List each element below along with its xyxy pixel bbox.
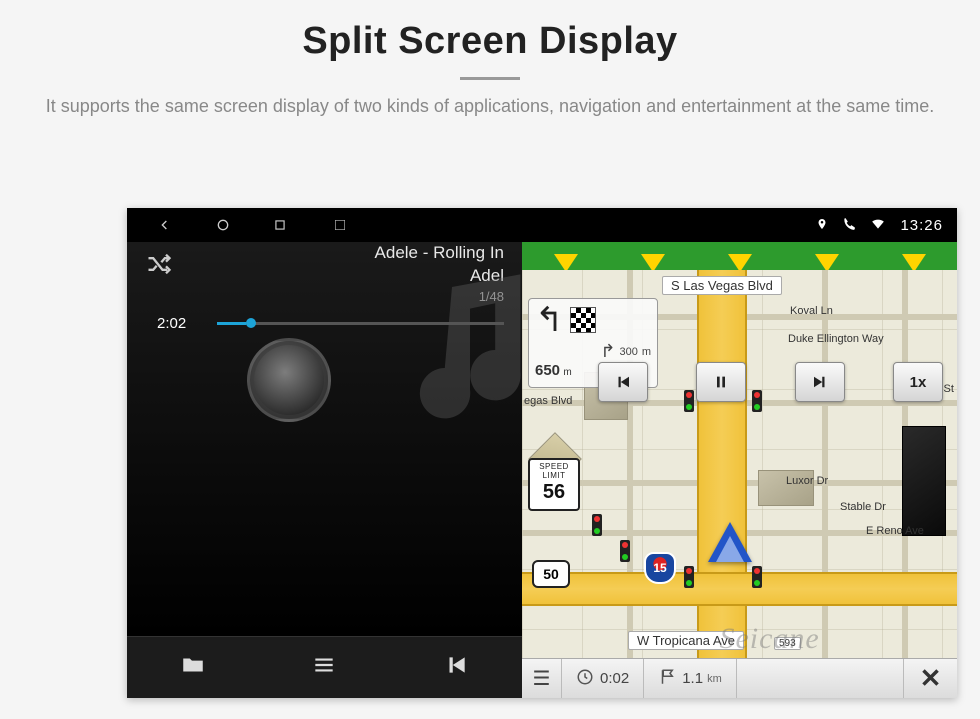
seek-bar[interactable] bbox=[217, 322, 504, 325]
flag-icon bbox=[658, 668, 676, 690]
clock: 13:26 bbox=[900, 217, 943, 234]
street-label: E Reno Ave bbox=[858, 524, 932, 538]
status-bar: 13:26 bbox=[522, 208, 957, 242]
recents-icon[interactable] bbox=[273, 218, 287, 232]
clock-icon bbox=[576, 668, 594, 690]
eta-cell[interactable]: 0:02 bbox=[562, 659, 644, 698]
street-label: Luxor Dr bbox=[778, 474, 836, 488]
street-label-number: 593 bbox=[774, 637, 801, 650]
interstate-shield: 15 bbox=[644, 552, 676, 584]
map-main-road bbox=[522, 572, 957, 606]
destination-flag-icon bbox=[570, 307, 596, 333]
traffic-light-icon bbox=[592, 514, 602, 536]
lane-guidance-band bbox=[522, 242, 957, 270]
map-canvas[interactable]: S Las Vegas Blvd Koval Ln Duke Ellington… bbox=[522, 270, 957, 658]
back-icon[interactable] bbox=[157, 217, 173, 233]
elapsed-time: 2:02 bbox=[157, 315, 199, 332]
virtual-joystick[interactable] bbox=[247, 338, 331, 422]
speed-limit-sign: SPEED LIMIT 56 bbox=[528, 458, 580, 511]
turn-right-icon: ↱ bbox=[600, 341, 615, 362]
sim-prev-button[interactable] bbox=[598, 362, 648, 402]
street-label: S Las Vegas Blvd bbox=[662, 276, 782, 295]
street-label: Stable Dr bbox=[832, 500, 894, 514]
speed-limit-value: 56 bbox=[530, 481, 578, 504]
street-label: Duke Ellington Way bbox=[780, 332, 892, 346]
sim-speed-button[interactable]: 1x bbox=[893, 362, 943, 402]
android-nav-bar bbox=[127, 208, 522, 242]
traffic-light-icon bbox=[752, 566, 762, 588]
remaining-dist-value: 1.1 bbox=[682, 670, 703, 687]
shuffle-icon[interactable] bbox=[145, 250, 173, 309]
sim-controls: 1x bbox=[598, 362, 943, 402]
location-icon bbox=[816, 217, 828, 234]
wifi-icon bbox=[870, 217, 886, 234]
route-shield: 50 bbox=[532, 560, 570, 588]
street-label: egas Blvd bbox=[522, 394, 580, 408]
street-label: W Tropicana Ave bbox=[628, 631, 744, 650]
next-turn-unit: m bbox=[642, 346, 651, 358]
navigation-pane: 13:26 bbox=[522, 208, 957, 698]
sim-pause-button[interactable] bbox=[696, 362, 746, 402]
album-art-area: Adele - Rolling In Adel 1/48 2:02 bbox=[127, 242, 522, 636]
sim-next-button[interactable] bbox=[795, 362, 845, 402]
image-icon[interactable] bbox=[333, 218, 347, 232]
nav-menu-button[interactable]: ☰ bbox=[522, 659, 562, 698]
speed-limit-label: LIMIT bbox=[530, 472, 578, 481]
playlist-icon[interactable] bbox=[311, 652, 337, 684]
page-subtitle: It supports the same screen display of t… bbox=[40, 94, 940, 119]
remaining-dist-cell[interactable]: 1.1 km bbox=[644, 659, 737, 698]
street-label: Koval Ln bbox=[782, 304, 841, 318]
map-building bbox=[902, 426, 946, 536]
home-icon[interactable] bbox=[215, 217, 231, 233]
page-title: Split Screen Display bbox=[0, 20, 980, 63]
music-pane: Adele - Rolling In Adel 1/48 2:02 bbox=[127, 208, 522, 698]
turn-left-icon: ↰ bbox=[535, 303, 564, 337]
music-bottom-bar bbox=[127, 636, 522, 698]
eta-value: 0:02 bbox=[600, 670, 629, 687]
turn-distance-unit: m bbox=[563, 367, 571, 378]
traffic-light-icon bbox=[684, 566, 694, 588]
nav-bottom-bar: ☰ 0:02 1.1 km ✕ bbox=[522, 658, 957, 698]
traffic-light-icon bbox=[620, 540, 630, 562]
remaining-dist-unit: km bbox=[707, 673, 722, 685]
turn-distance: 650 bbox=[535, 362, 560, 379]
vehicle-position-icon bbox=[708, 522, 752, 562]
nav-close-button[interactable]: ✕ bbox=[903, 659, 957, 698]
title-underline bbox=[460, 77, 520, 80]
phone-icon bbox=[842, 217, 856, 234]
next-turn-distance: 300 bbox=[619, 346, 637, 358]
device-screenshot: Adele - Rolling In Adel 1/48 2:02 bbox=[127, 208, 957, 698]
folder-icon[interactable] bbox=[180, 652, 206, 684]
previous-track-icon[interactable] bbox=[443, 652, 469, 684]
